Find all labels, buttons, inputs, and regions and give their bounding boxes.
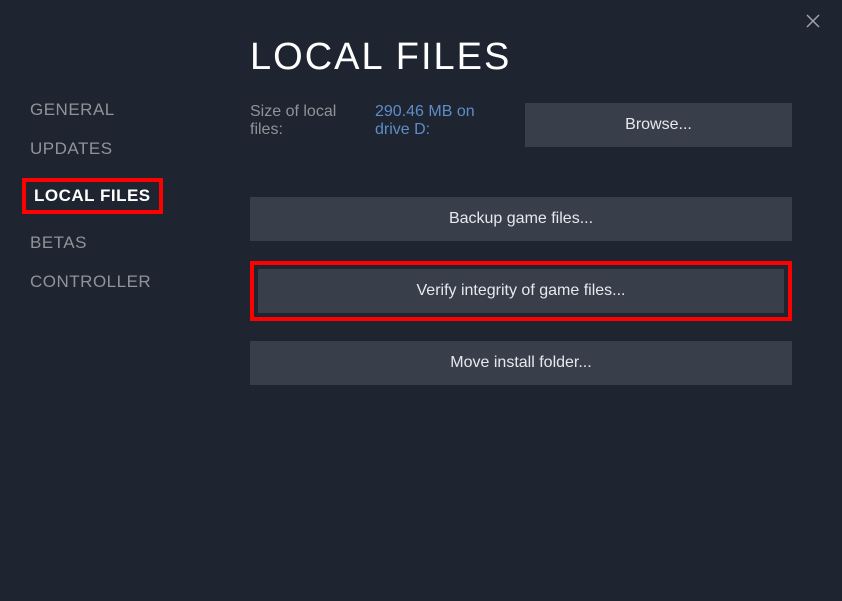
sidebar: GENERAL UPDATES LOCAL FILES BETAS CONTRO… [0, 0, 205, 601]
size-value[interactable]: 290.46 MB on drive D: [375, 103, 505, 139]
sidebar-item-local-files[interactable]: LOCAL FILES [34, 186, 151, 206]
layout: GENERAL UPDATES LOCAL FILES BETAS CONTRO… [0, 0, 842, 601]
close-button[interactable] [804, 12, 822, 30]
page-title: LOCAL FILES [250, 36, 792, 79]
highlight-verify: Verify integrity of game files... [250, 261, 792, 321]
sidebar-item-updates[interactable]: UPDATES [30, 139, 113, 159]
sidebar-item-betas[interactable]: BETAS [30, 233, 87, 253]
backup-button[interactable]: Backup game files... [250, 197, 792, 241]
verify-integrity-button[interactable]: Verify integrity of game files... [258, 269, 784, 313]
main-content: LOCAL FILES Size of local files: 290.46 … [205, 0, 842, 601]
sidebar-item-controller[interactable]: CONTROLLER [30, 272, 151, 292]
sidebar-item-general[interactable]: GENERAL [30, 100, 115, 120]
size-info-row: Size of local files: 290.46 MB on drive … [250, 103, 792, 147]
browse-button[interactable]: Browse... [525, 103, 792, 147]
highlight-local-files: LOCAL FILES [22, 178, 163, 214]
size-label: Size of local files: [250, 103, 355, 139]
close-icon [804, 12, 822, 30]
settings-window: GENERAL UPDATES LOCAL FILES BETAS CONTRO… [0, 0, 842, 601]
move-folder-button[interactable]: Move install folder... [250, 341, 792, 385]
